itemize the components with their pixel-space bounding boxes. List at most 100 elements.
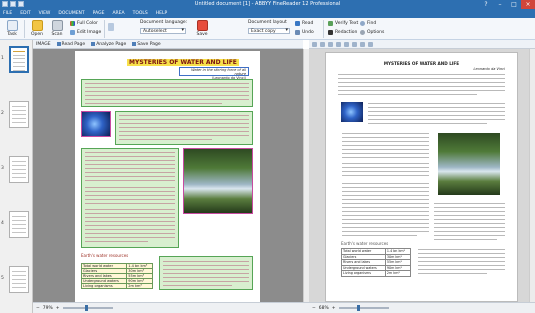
full-color-button[interactable]: Full Color — [70, 21, 98, 26]
text-tool-icon[interactable] — [368, 41, 373, 47]
task-button[interactable]: Task — [3, 20, 21, 37]
recognized-subtitle: Leonardo da Vinci — [473, 67, 505, 71]
find-button[interactable]: Find — [360, 21, 376, 26]
menu-area[interactable]: AREA — [112, 11, 124, 16]
text-tool-icon[interactable] — [360, 41, 365, 47]
text-tool-icon[interactable] — [336, 41, 341, 47]
redaction-button[interactable]: Redaction — [328, 30, 357, 35]
page-thumbnail[interactable] — [9, 46, 29, 73]
page-thumbnail[interactable] — [9, 156, 29, 183]
text-tool-icon[interactable] — [344, 41, 349, 47]
text-tool-icon[interactable] — [328, 41, 333, 47]
document-language-label: Document language: — [140, 20, 188, 25]
document-layout-select[interactable]: Exact copy — [248, 28, 290, 34]
save-page-button[interactable]: Save Page — [132, 41, 161, 47]
recognized-picture[interactable] — [341, 102, 363, 122]
subtitle-line1: Water in the stirring force of all natur… — [191, 68, 246, 76]
read-icon — [295, 21, 300, 26]
open-label: Open — [30, 32, 44, 37]
maximize-icon[interactable]: □ — [507, 0, 521, 9]
find-label: Find — [367, 21, 377, 26]
zoom-in-icon[interactable]: + — [56, 306, 60, 311]
zoom-value[interactable]: 68% — [319, 306, 329, 311]
zoom-slider[interactable] — [338, 305, 389, 311]
table-caption: Earth's water resources — [81, 253, 129, 258]
text-tool-icon[interactable] — [320, 41, 325, 47]
scan-button[interactable]: Scan — [49, 20, 65, 37]
task-icon — [6, 20, 18, 31]
read-label: Read — [302, 21, 314, 26]
save-button[interactable]: Save — [195, 20, 209, 37]
menu-document[interactable]: DOCUMENT — [58, 11, 84, 16]
recognized-page[interactable]: MYSTERIES OF WATER AND LIFE Leonardo da … — [325, 52, 518, 302]
menu-edit[interactable]: EDIT — [20, 11, 30, 16]
recognized-picture[interactable] — [438, 133, 500, 195]
page-thumbnail[interactable] — [9, 101, 29, 128]
undo-button[interactable]: Undo — [295, 30, 314, 35]
minimize-icon[interactable]: – — [493, 0, 507, 9]
window-controls: ? – □ × — [479, 0, 535, 9]
help-icon[interactable]: ? — [479, 0, 493, 9]
color-icon — [70, 21, 75, 26]
analyze-page-button[interactable]: Analyze Page — [91, 42, 126, 47]
text-tool-icon[interactable] — [312, 41, 317, 47]
zoom-out-icon[interactable]: − — [312, 306, 316, 311]
image-pane-toolbar: IMAGE Read Page Analyze Page Save Page — [33, 40, 303, 49]
options-button[interactable]: Options — [360, 30, 384, 35]
page-thumbnail[interactable] — [9, 211, 29, 238]
menu-page[interactable]: PAGE — [93, 11, 105, 16]
document-layout-label: Document layout — [248, 20, 287, 25]
page-number: 4 — [1, 221, 4, 226]
image-pane[interactable]: MYSTERIES OF WATER AND LIFE Water in the… — [33, 49, 303, 302]
divider — [323, 20, 324, 38]
table-area[interactable]: Total world water 1.4 bn km³ Glaciers 30m … — [80, 263, 153, 289]
close-icon[interactable]: × — [521, 0, 535, 9]
zoom-in-icon[interactable]: + — [332, 306, 336, 311]
menu-help[interactable]: HELP — [156, 11, 167, 16]
save-page-label: Save Page — [137, 41, 161, 47]
zoom-slider-handle[interactable] — [356, 305, 360, 311]
recognized-table[interactable]: Total world water 1.4 bn km³ Glaciers 30m … — [341, 248, 412, 277]
open-button[interactable]: Open — [29, 20, 45, 37]
subtitle-area[interactable]: Water in the stirring force of all natur… — [179, 67, 249, 80]
menu-file[interactable]: FILE — [3, 11, 12, 16]
page-thumbnail[interactable] — [9, 266, 29, 293]
edit-image-button[interactable]: Edit Image — [70, 30, 101, 35]
picture-area[interactable] — [183, 148, 253, 214]
text-area[interactable] — [81, 79, 253, 107]
read-page-button[interactable]: Read Page — [56, 42, 85, 47]
scan-label: Scan — [51, 32, 63, 37]
text-tool-icon[interactable] — [352, 41, 357, 47]
analyze-page-icon — [91, 42, 96, 46]
zoom-slider-handle[interactable] — [84, 305, 88, 311]
recognized-title: MYSTERIES OF WATER AND LIFE — [383, 61, 460, 66]
read-button[interactable]: Read — [295, 21, 313, 26]
table-cell: 2m km³ — [384, 270, 412, 277]
page-image[interactable]: MYSTERIES OF WATER AND LIFE Water in the… — [75, 51, 260, 302]
document-language-select[interactable]: Autoselect — [140, 28, 186, 34]
language-icon-wrap — [108, 23, 114, 31]
ribbon-toolbar: Task Open Scan Full Color Edit Image Doc… — [0, 18, 535, 40]
verify-text-button[interactable]: Verify Text — [328, 21, 358, 26]
verify-icon — [328, 21, 333, 26]
menu-tools[interactable]: TOOLS — [133, 11, 148, 16]
save-document-icon — [196, 20, 208, 31]
text-pane[interactable]: MYSTERIES OF WATER AND LIFE Leonardo da … — [309, 40, 529, 302]
divider — [24, 20, 25, 38]
undo-label: Undo — [302, 30, 314, 35]
text-area[interactable] — [115, 111, 253, 145]
document-title: MYSTERIES OF WATER AND LIFE — [127, 59, 239, 66]
picture-area[interactable] — [81, 111, 111, 137]
menu-view[interactable]: VIEW — [39, 11, 51, 16]
full-color-label: Full Color — [77, 21, 98, 26]
text-area[interactable] — [159, 256, 253, 290]
page-number: 1 — [1, 56, 4, 61]
zoom-value[interactable]: 79% — [43, 306, 53, 311]
read-page-icon — [56, 42, 61, 46]
zoom-out-icon[interactable]: − — [36, 306, 40, 311]
undo-icon — [295, 30, 300, 35]
text-pane-scrollbar[interactable] — [529, 49, 535, 302]
text-area[interactable] — [81, 148, 179, 248]
zoom-slider[interactable] — [62, 305, 113, 311]
text-zoom-bar: − 68% + — [309, 302, 535, 313]
